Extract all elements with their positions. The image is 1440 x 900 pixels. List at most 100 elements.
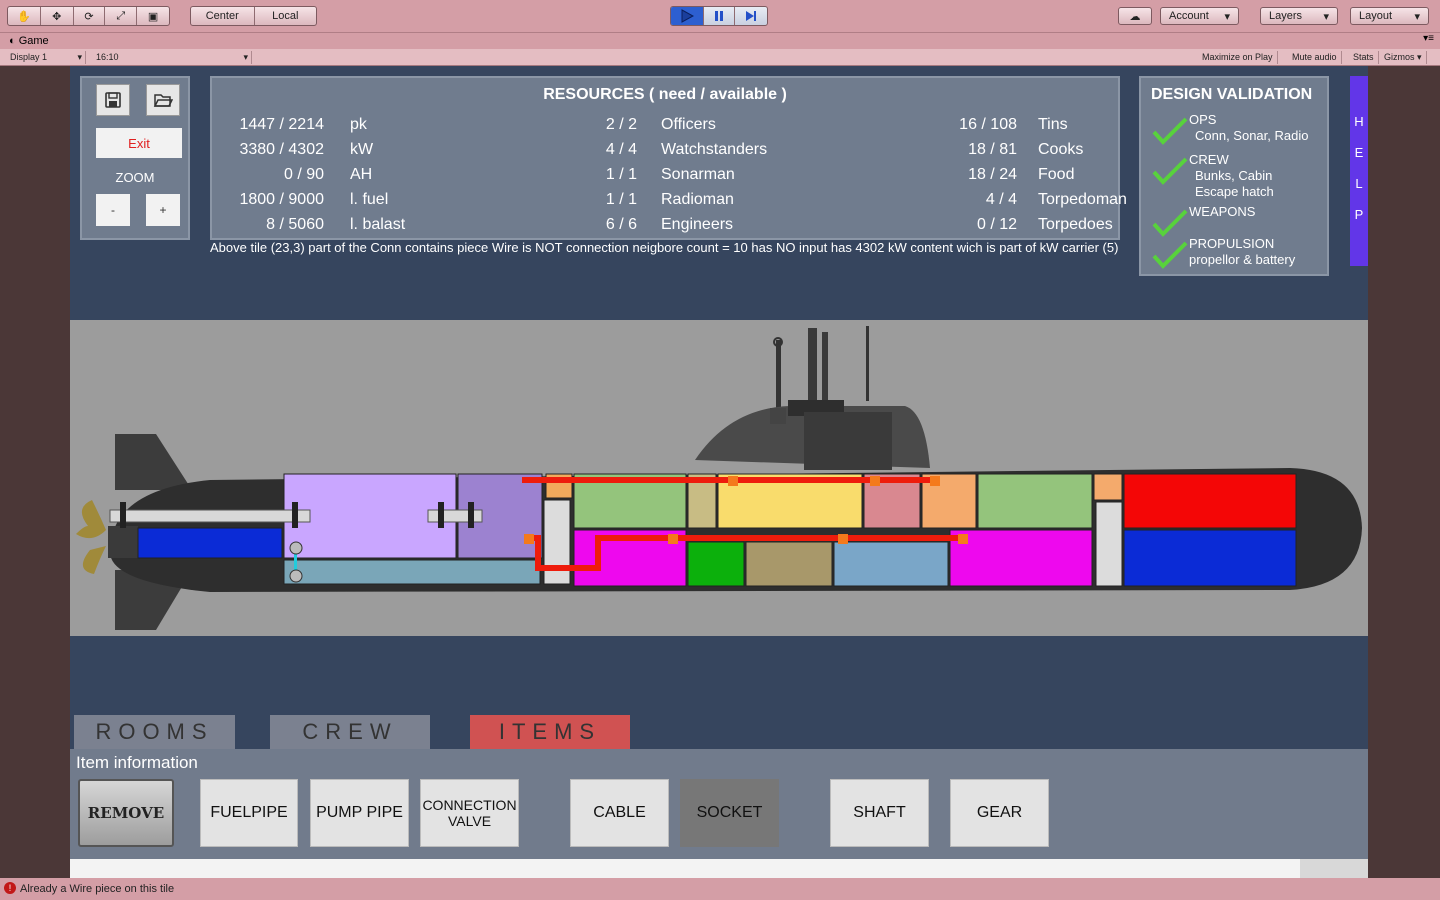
shaft-button[interactable]: SHAFT	[830, 779, 929, 847]
tab-items[interactable]: ITEMS	[470, 715, 630, 749]
hand-icon[interactable]: ✋	[8, 7, 41, 25]
room-ballast-aft[interactable]	[137, 527, 283, 559]
ladder-aft[interactable]	[543, 499, 571, 585]
rect-icon[interactable]: ▣	[137, 7, 169, 25]
remove-button[interactable]: REMOVE	[78, 779, 174, 847]
step-icon[interactable]	[735, 7, 767, 25]
resource-unit: Tins	[1038, 116, 1068, 133]
aspect-dropdown[interactable]: 16:10 ▾	[92, 51, 252, 64]
shaft-coupling	[120, 502, 126, 528]
rotate-icon[interactable]: ⟳	[74, 7, 106, 25]
sail-block	[804, 412, 892, 470]
room-ballast-fwd[interactable]	[1123, 529, 1297, 587]
room-sonar[interactable]	[687, 541, 745, 587]
error-icon: !	[4, 882, 16, 894]
horizontal-scrollbar[interactable]	[70, 859, 1368, 878]
submarine-editor[interactable]	[70, 320, 1368, 636]
room-water[interactable]	[833, 541, 949, 587]
help-button[interactable]: H E L P	[1350, 76, 1368, 266]
connection-valve-button[interactable]: CONNECTION VALVE	[420, 779, 519, 847]
pause-icon[interactable]	[704, 7, 736, 25]
checkmark-icon	[1152, 117, 1188, 145]
resource-value: 18 / 81	[968, 141, 1017, 158]
valve[interactable]	[289, 569, 303, 583]
resource-value: 1 / 1	[605, 191, 637, 208]
help-letter: L	[1355, 176, 1363, 191]
cable-button[interactable]: CABLE	[570, 779, 669, 847]
account-dropdown[interactable]: Account ▾	[1160, 7, 1239, 25]
resource-unit: Food	[1038, 166, 1075, 183]
submarine-diagram[interactable]	[70, 320, 1368, 636]
stats-toggle[interactable]: Stats	[1349, 51, 1379, 64]
mast	[808, 328, 817, 403]
validation-label: WEAPONS	[1189, 204, 1256, 219]
gizmos-dropdown[interactable]: Gizmos ▾	[1380, 51, 1427, 64]
play-icon[interactable]	[671, 7, 704, 25]
chevron-down-icon: ▾	[1417, 52, 1422, 62]
room-battery-fwd[interactable]	[949, 529, 1093, 587]
room-hatch[interactable]	[1093, 473, 1123, 501]
display-dropdown[interactable]: Display 1 ▾	[6, 51, 86, 64]
socket-button[interactable]: SOCKET	[680, 779, 779, 847]
socket[interactable]	[958, 534, 968, 544]
scrollbar-thumb[interactable]	[1300, 859, 1368, 878]
save-icon[interactable]	[96, 84, 130, 116]
room-bilge[interactable]	[283, 559, 541, 585]
mute-audio-toggle[interactable]: Mute audio	[1288, 51, 1342, 64]
resource-value: 18 / 24	[968, 166, 1017, 183]
validation-detail: Bunks, Cabin Escape hatch	[1195, 168, 1274, 199]
resource-value: 3380 / 4302	[239, 141, 324, 158]
pivot-center-button[interactable]: Center	[191, 7, 255, 25]
resources-panel: RESOURCES ( need / available ) 1447 / 22…	[210, 76, 1127, 240]
scale-icon[interactable]: ⤢	[105, 7, 138, 25]
resource-value: 4 / 4	[985, 191, 1017, 208]
socket[interactable]	[870, 476, 880, 486]
help-letter: P	[1354, 207, 1364, 222]
layers-dropdown[interactable]: Layers ▾	[1260, 7, 1338, 25]
cloud-icon[interactable]: ☁	[1118, 7, 1152, 25]
socket[interactable]	[668, 534, 678, 544]
shaft[interactable]	[109, 509, 311, 523]
room-radio[interactable]	[745, 541, 833, 587]
pivot-local-button[interactable]: Local	[255, 7, 317, 25]
room-torpedo[interactable]	[1123, 473, 1297, 529]
socket[interactable]	[838, 534, 848, 544]
resource-unit: Radioman	[661, 191, 734, 208]
validation-label: OPS	[1189, 112, 1217, 127]
socket[interactable]	[930, 476, 940, 486]
game-view: Exit ZOOM - + RESOURCES ( need / availab…	[70, 66, 1368, 878]
upper-fin	[115, 434, 192, 490]
pump-pipe-button[interactable]: PUMP PIPE	[310, 779, 409, 847]
zoom-label: ZOOM	[115, 170, 155, 185]
chevron-down-icon: ▾	[1323, 10, 1329, 23]
game-tab[interactable]: ◐ Game	[9, 35, 49, 47]
zoom-in-button[interactable]: +	[146, 194, 180, 226]
room-bunks[interactable]	[977, 473, 1093, 529]
maximize-on-play-toggle[interactable]: Maximize on Play	[1198, 51, 1278, 64]
gear-button[interactable]: GEAR	[950, 779, 1049, 847]
fuelpipe-button[interactable]: FUELPIPE	[200, 779, 298, 847]
validation-label: CREW	[1189, 152, 1229, 167]
shaft-coupling	[292, 502, 298, 528]
open-folder-icon[interactable]	[146, 84, 180, 116]
tab-rooms[interactable]: ROOMS	[74, 715, 235, 749]
valve[interactable]	[289, 541, 303, 555]
status-bar: ! Already a Wire piece on this tile	[0, 878, 1440, 900]
tab-crew[interactable]: CREW	[270, 715, 430, 749]
layout-dropdown[interactable]: Layout ▾	[1350, 7, 1429, 25]
help-letter: E	[1354, 145, 1364, 160]
resource-unit: Watchstanders	[661, 141, 768, 158]
exit-button[interactable]: Exit	[96, 128, 182, 158]
resource-unit: pk	[350, 116, 367, 133]
tab-menu-icon[interactable]: ▾≡	[1423, 33, 1434, 44]
resources-title: RESOURCES ( need / available )	[543, 86, 787, 103]
display-label: Display 1	[10, 52, 48, 62]
socket[interactable]	[728, 476, 738, 486]
propeller-icon	[76, 500, 106, 539]
ladder-fwd[interactable]	[1095, 501, 1123, 587]
items-panel: Item information REMOVE FUELPIPE PUMP PI…	[70, 749, 1368, 859]
socket[interactable]	[524, 534, 534, 544]
zoom-out-button[interactable]: -	[96, 194, 130, 226]
move-icon[interactable]: ✥	[41, 7, 74, 25]
resource-unit: l. fuel	[350, 191, 389, 208]
